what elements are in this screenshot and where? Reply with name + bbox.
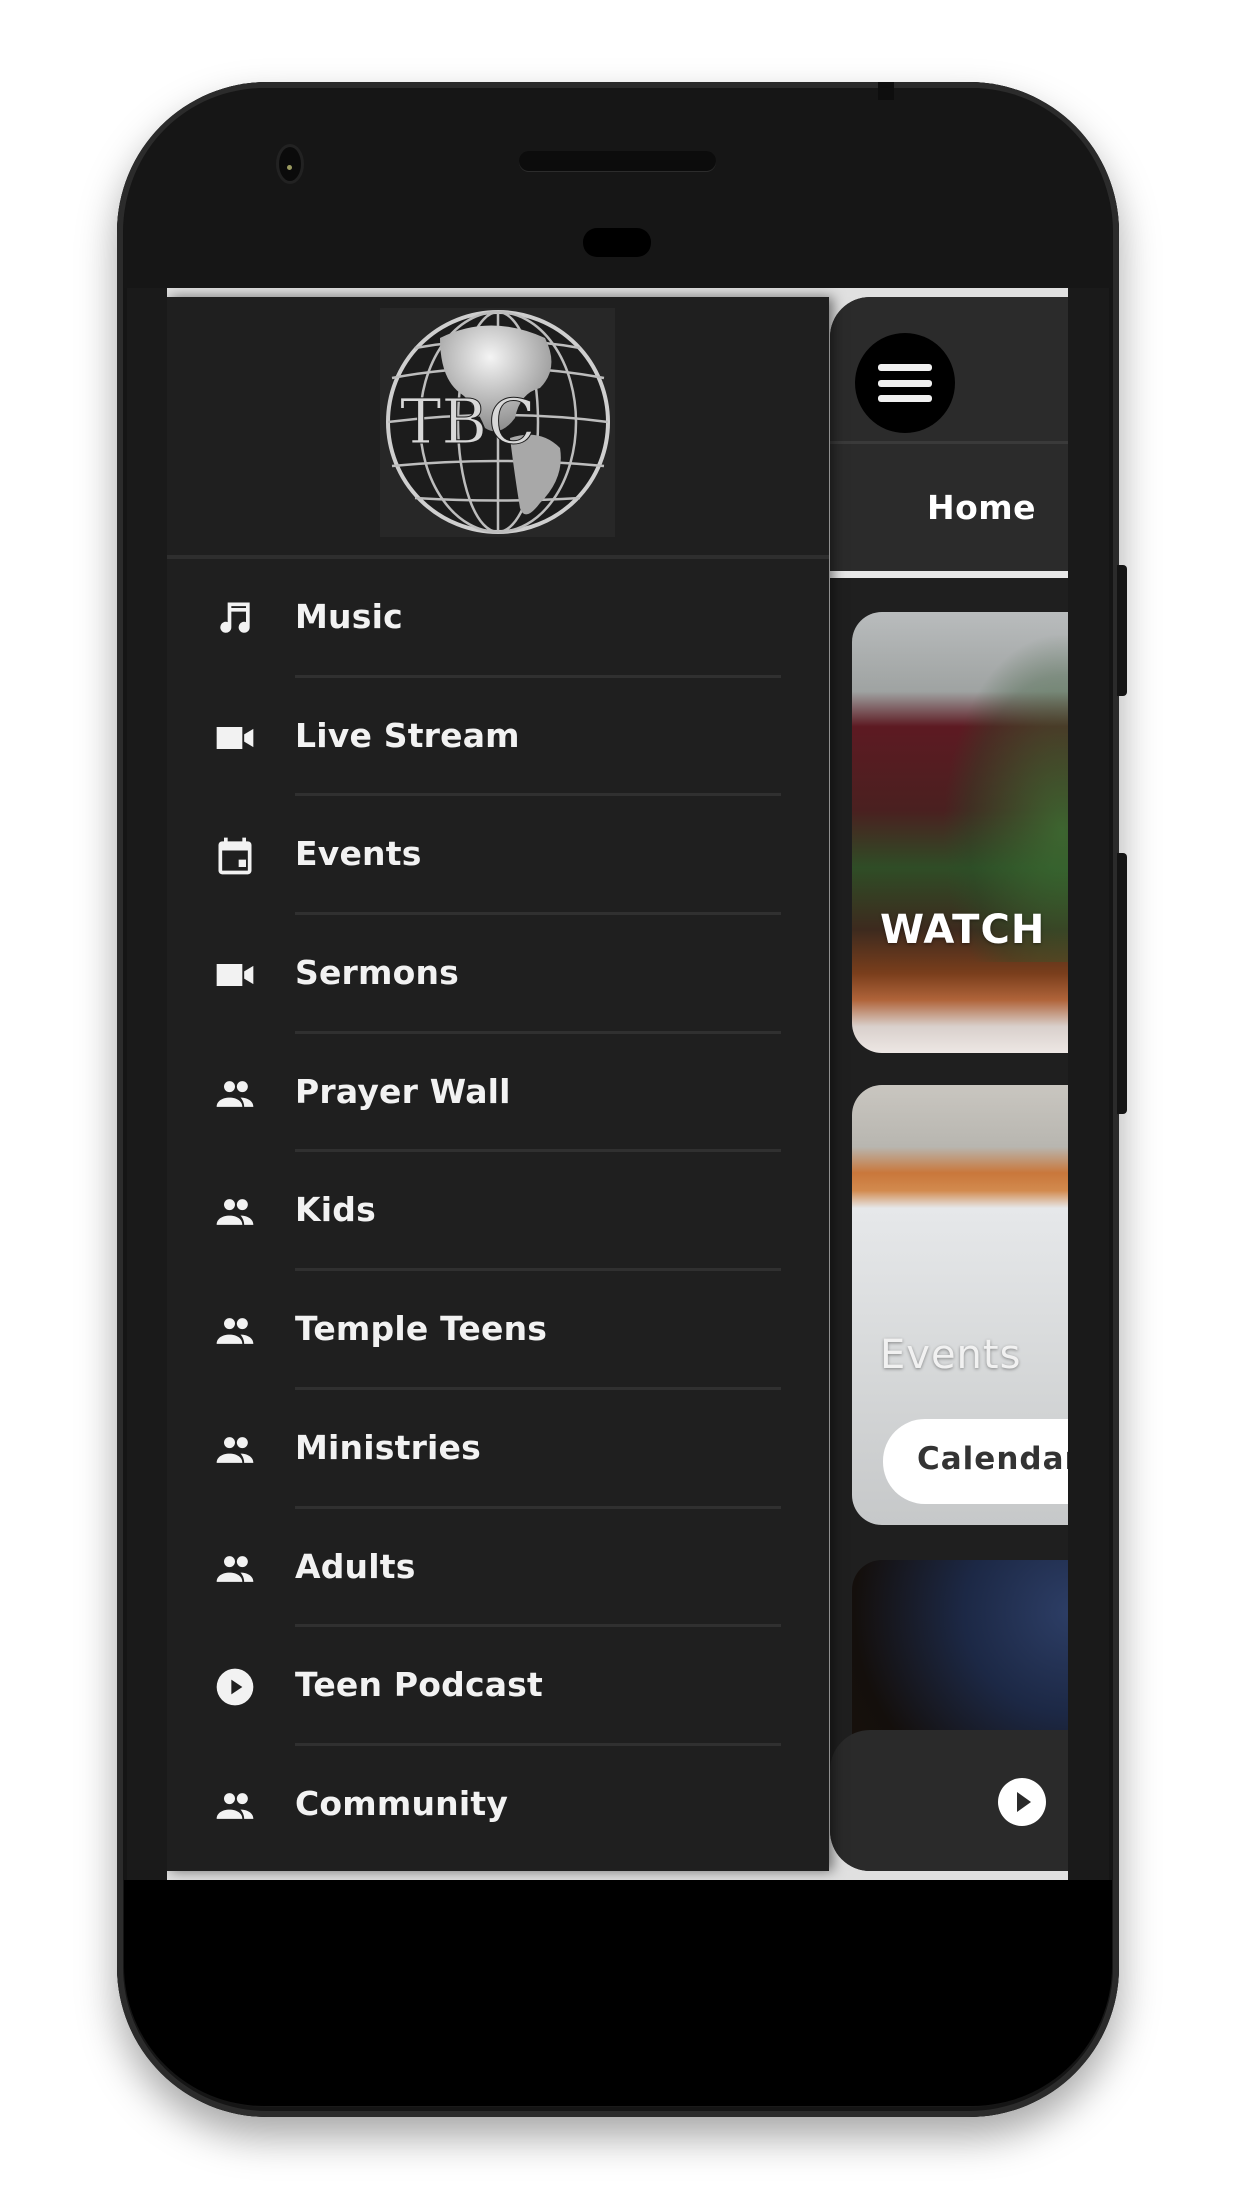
menu-item-ministries[interactable]: Ministries — [167, 1390, 829, 1509]
church-logo: TBC — [380, 308, 615, 537]
menu-item-adults[interactable]: Adults — [167, 1509, 829, 1628]
main-content: Home WATCH Events Calendar — [830, 297, 1068, 1871]
video-camera-icon — [211, 953, 259, 997]
tab-home[interactable]: Home — [927, 488, 1036, 527]
tab-bar: Home — [830, 444, 1068, 578]
menu-item-temple-teens[interactable]: Temple Teens — [167, 1271, 829, 1390]
tab-active-indicator — [830, 571, 1068, 578]
people-icon — [211, 1547, 259, 1591]
power-button — [1117, 565, 1127, 696]
watch-card[interactable]: WATCH — [852, 612, 1068, 1053]
calendar-button-label: Calendar — [917, 1441, 1068, 1477]
people-icon — [211, 1072, 259, 1116]
people-icon — [211, 1190, 259, 1234]
calendar-button[interactable]: Calendar — [883, 1419, 1068, 1504]
menu-item-label: Sermons — [295, 953, 460, 993]
play-circle-icon[interactable] — [998, 1778, 1046, 1826]
people-icon — [211, 1784, 259, 1828]
menu-item-label: Events — [295, 834, 422, 874]
menu-item-prayer-wall[interactable]: Prayer Wall — [167, 1034, 829, 1153]
antenna-line — [878, 82, 894, 100]
menu-item-label: Temple Teens — [295, 1309, 548, 1349]
menu-item-events[interactable]: Events — [167, 796, 829, 916]
calendar-icon — [211, 834, 259, 878]
menu-item-community[interactable]: Community — [167, 1746, 829, 1865]
menu-item-label: Ministries — [295, 1427, 481, 1467]
menu-item-sermons[interactable]: Sermons — [167, 915, 829, 1034]
video-camera-icon — [211, 716, 259, 760]
menu-item-kids[interactable]: Kids — [167, 1152, 829, 1272]
front-camera — [279, 147, 301, 181]
menu-item-label: Music — [295, 597, 403, 636]
events-card[interactable]: Events Calendar — [852, 1085, 1068, 1525]
app-screen: Home WATCH Events Calendar TBC Music Liv… — [167, 288, 1068, 1880]
globe-logo-icon: TBC — [386, 310, 610, 534]
watch-card-label: WATCH — [880, 907, 1046, 953]
menu-item-music[interactable]: Music — [167, 559, 829, 678]
menu-item-live-stream[interactable]: Live Stream — [167, 678, 829, 797]
phone-top-bezel — [124, 88, 1112, 288]
proximity-sensor — [583, 228, 651, 257]
earpiece-speaker — [519, 151, 716, 171]
hamburger-menu-icon — [878, 364, 932, 402]
drawer-header: TBC — [167, 297, 829, 559]
svg-text:TBC: TBC — [400, 385, 536, 458]
menu-item-label: Prayer Wall — [295, 1071, 511, 1111]
menu-item-label: Teen Podcast — [295, 1665, 543, 1705]
drawer-menu: Music Live Stream Events Sermons Prayer … — [167, 559, 829, 1865]
volume-button — [1117, 853, 1127, 1114]
music-note-icon — [211, 597, 259, 641]
menu-button[interactable] — [855, 333, 955, 433]
navigation-drawer: TBC Music Live Stream Events Sermons Pra… — [167, 297, 829, 1871]
menu-item-teen-podcast[interactable]: Teen Podcast — [167, 1627, 829, 1746]
phone-bottom-bezel — [124, 1880, 1112, 2106]
menu-item-label: Kids — [295, 1190, 376, 1230]
menu-item-label: Live Stream — [295, 715, 520, 755]
events-card-label: Events — [880, 1332, 1022, 1378]
menu-item-label: Community — [295, 1783, 509, 1823]
app-header — [830, 297, 1068, 444]
play-circle-icon — [211, 1665, 259, 1709]
menu-item-label: Adults — [295, 1546, 416, 1586]
mini-player — [830, 1730, 1068, 1871]
people-icon — [211, 1309, 259, 1353]
people-icon — [211, 1428, 259, 1472]
